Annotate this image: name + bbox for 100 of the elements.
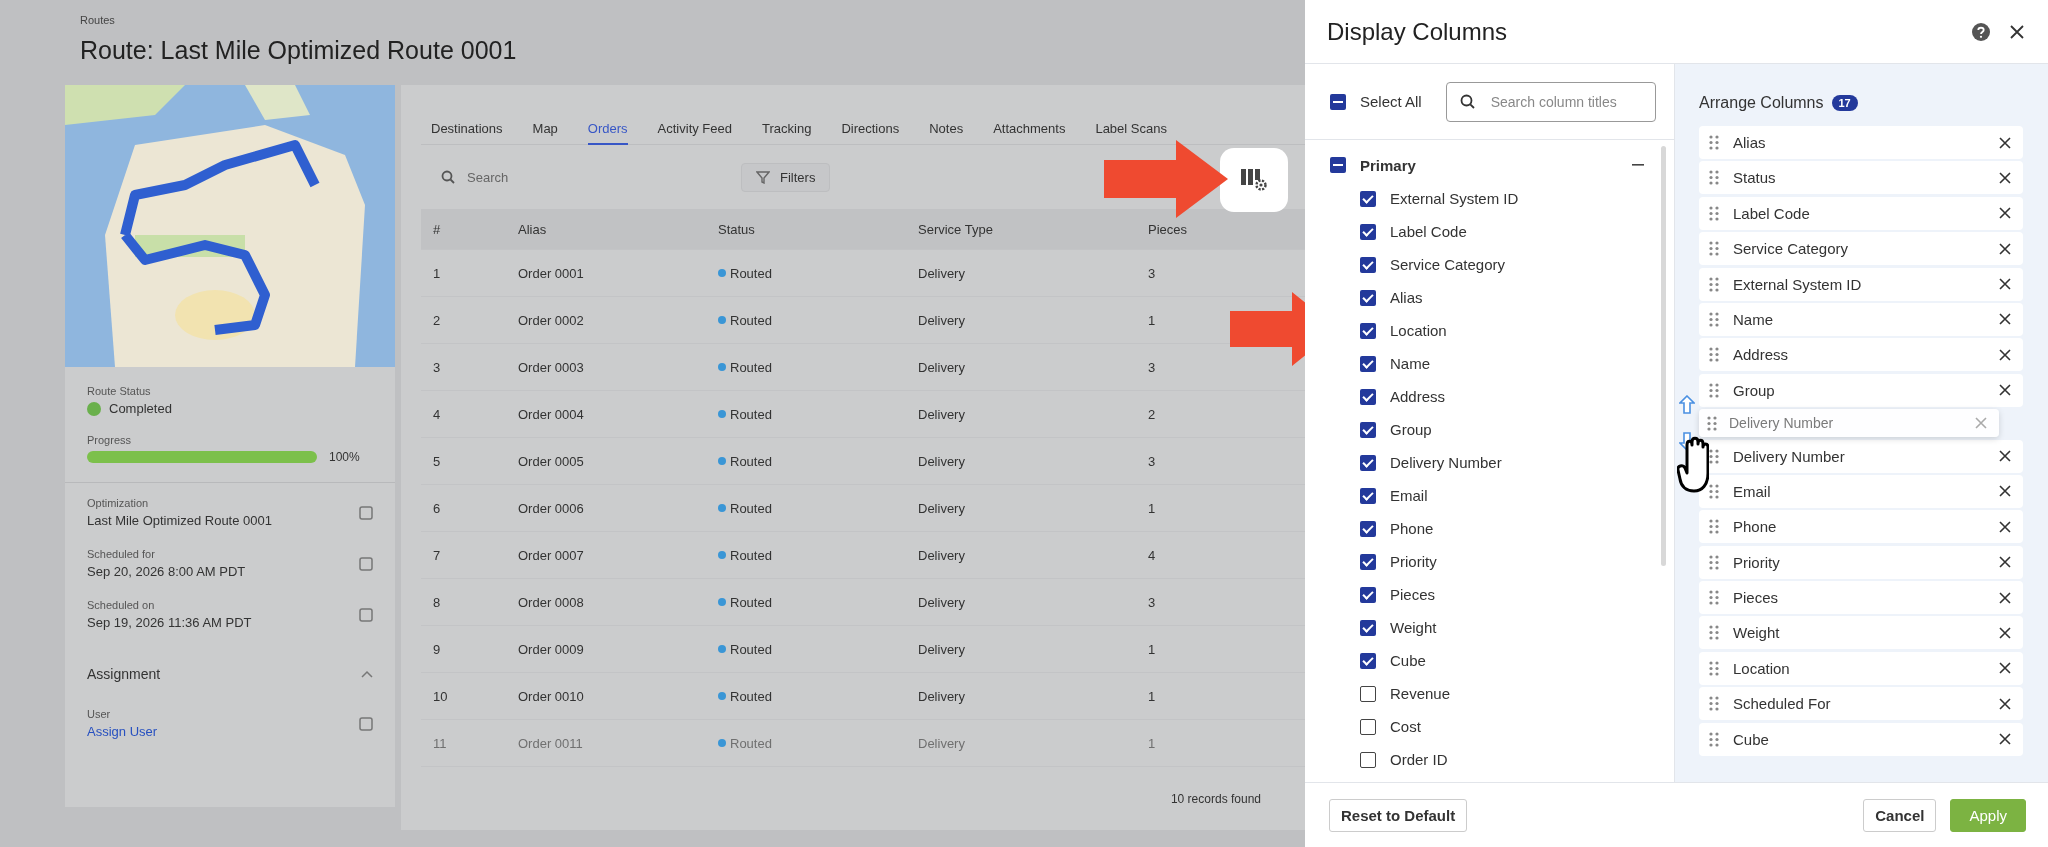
- table-cell-text: 1: [1148, 312, 1157, 328]
- checkbox[interactable]: [1360, 652, 1376, 669]
- tab[interactable]: Map: [532, 121, 558, 143]
- table-cell-text: Delivery: [918, 547, 966, 563]
- column-option: Cube: [1390, 652, 1426, 669]
- table-cell-text: 3: [433, 359, 442, 375]
- checkbox[interactable]: [1360, 553, 1376, 570]
- checkbox[interactable]: [1360, 388, 1376, 405]
- field-value: Sep 19, 2026 11:36 AM PDT: [87, 615, 252, 630]
- column-chip[interactable]: Name: [1699, 302, 2023, 336]
- checkbox[interactable]: [1360, 223, 1376, 240]
- remove-icon[interactable]: [1999, 556, 2011, 569]
- column-chip[interactable]: Priority: [1699, 545, 2023, 579]
- remove-icon[interactable]: [1999, 278, 2011, 291]
- tab[interactable]: Label Scans: [1095, 121, 1167, 143]
- close-icon[interactable]: [2010, 24, 2024, 39]
- column-option: Group: [1390, 421, 1432, 438]
- remove-icon[interactable]: [1999, 662, 2011, 675]
- checkbox[interactable]: [1360, 619, 1376, 636]
- column-chip[interactable]: Address: [1699, 338, 2023, 372]
- reorder-arrows-icon: [1679, 395, 1695, 452]
- remove-icon[interactable]: [1999, 384, 2011, 397]
- column-header: #: [433, 221, 442, 237]
- checkbox[interactable]: [1360, 685, 1376, 702]
- edit-icon: [359, 505, 373, 520]
- checkbox[interactable]: [1360, 421, 1376, 438]
- remove-icon[interactable]: [1999, 313, 2011, 326]
- remove-icon[interactable]: [1999, 697, 2011, 710]
- remove-icon[interactable]: [1999, 733, 2011, 746]
- checkbox[interactable]: [1360, 586, 1376, 603]
- scrollbar[interactable]: [1661, 146, 1666, 566]
- remove-icon[interactable]: [1999, 591, 2011, 604]
- remove-icon[interactable]: [1999, 136, 2011, 149]
- column-chip[interactable]: Location: [1699, 651, 2023, 685]
- checkbox[interactable]: [1330, 93, 1346, 110]
- dragged-column-chip[interactable]: Delivery Number: [1699, 409, 1999, 438]
- help-icon[interactable]: [1972, 22, 1990, 41]
- column-chip[interactable]: External System ID: [1699, 267, 2023, 301]
- remove-icon[interactable]: [1999, 520, 2011, 533]
- reset-button[interactable]: Reset to Default: [1329, 798, 1468, 832]
- remove-icon[interactable]: [1999, 242, 2011, 255]
- column-chip[interactable]: Weight: [1699, 616, 2023, 650]
- column-chip[interactable]: Status: [1699, 161, 2023, 195]
- drag-handle-icon: [1709, 205, 1719, 221]
- remove-icon[interactable]: [1999, 207, 2011, 220]
- drag-handle-icon: [1709, 347, 1719, 363]
- column-chip[interactable]: Alias: [1699, 126, 2023, 159]
- column-chip[interactable]: Label Code: [1699, 196, 2023, 230]
- column-option: Order ID: [1390, 751, 1448, 768]
- tab[interactable]: Tracking: [762, 121, 812, 143]
- tab[interactable]: Directions: [841, 121, 900, 143]
- search-field[interactable]: Search column titles: [1445, 81, 1656, 122]
- tab[interactable]: Activity Feed: [657, 121, 732, 143]
- field-value: Sep 20, 2026 8:00 AM PDT: [87, 564, 246, 579]
- checkbox[interactable]: [1330, 157, 1346, 173]
- column-chip[interactable]: Cube: [1699, 722, 2023, 756]
- column-chip[interactable]: Service Category: [1699, 232, 2023, 266]
- breadcrumb-link[interactable]: Routes: [80, 14, 115, 26]
- remove-icon[interactable]: [1999, 450, 2011, 462]
- tab[interactable]: Attachments: [993, 121, 1066, 143]
- column-chip[interactable]: Email: [1699, 474, 2023, 508]
- checkbox[interactable]: [1360, 454, 1376, 471]
- assign-user-link[interactable]: Assign User: [87, 724, 158, 739]
- filter-icon: [756, 170, 770, 184]
- tab[interactable]: Orders: [587, 121, 628, 145]
- remove-icon[interactable]: [1999, 171, 2011, 184]
- checkbox[interactable]: [1360, 487, 1376, 504]
- remove-icon[interactable]: [1999, 626, 2011, 639]
- table-cell-text: 5: [433, 453, 442, 469]
- checkbox[interactable]: [1360, 718, 1376, 735]
- table-cell: Routed: [718, 547, 918, 563]
- checkbox[interactable]: [1360, 256, 1376, 273]
- checkbox[interactable]: [1360, 355, 1376, 372]
- checkbox[interactable]: [1360, 751, 1376, 768]
- column-chip[interactable]: Scheduled For: [1699, 687, 2023, 721]
- table-cell-text: Delivery: [918, 688, 966, 704]
- tab[interactable]: Notes: [929, 121, 964, 143]
- cancel-button[interactable]: Cancel: [1863, 798, 1937, 832]
- checkbox[interactable]: [1360, 322, 1376, 339]
- checkbox[interactable]: [1360, 190, 1376, 207]
- column-chip[interactable]: Phone: [1699, 510, 2023, 544]
- checkbox[interactable]: [1360, 520, 1376, 537]
- column-option: External System ID: [1390, 190, 1519, 207]
- column-option: Address: [1390, 388, 1446, 405]
- remove-icon[interactable]: [1999, 485, 2011, 498]
- drag-handle-icon: [1709, 311, 1719, 327]
- remove-icon[interactable]: [1999, 348, 2011, 361]
- count-badge: 17: [1831, 95, 1858, 111]
- column-chip[interactable]: Group: [1699, 373, 2023, 407]
- field-label: Scheduled on: [87, 599, 156, 611]
- page-title: Route: Last Mile Optimized Route 0001: [80, 36, 518, 65]
- status-dot: [718, 410, 726, 418]
- tab[interactable]: Destinations: [431, 121, 503, 143]
- column-settings-button[interactable]: [1220, 148, 1288, 212]
- table-cell: Routed: [718, 453, 918, 469]
- table-cell-text: Delivery: [918, 312, 966, 328]
- column-chip[interactable]: Pieces: [1699, 581, 2023, 615]
- checkbox[interactable]: [1360, 289, 1376, 306]
- table-cell-text: 4: [433, 406, 442, 422]
- filters-button[interactable]: Filters: [741, 162, 831, 192]
